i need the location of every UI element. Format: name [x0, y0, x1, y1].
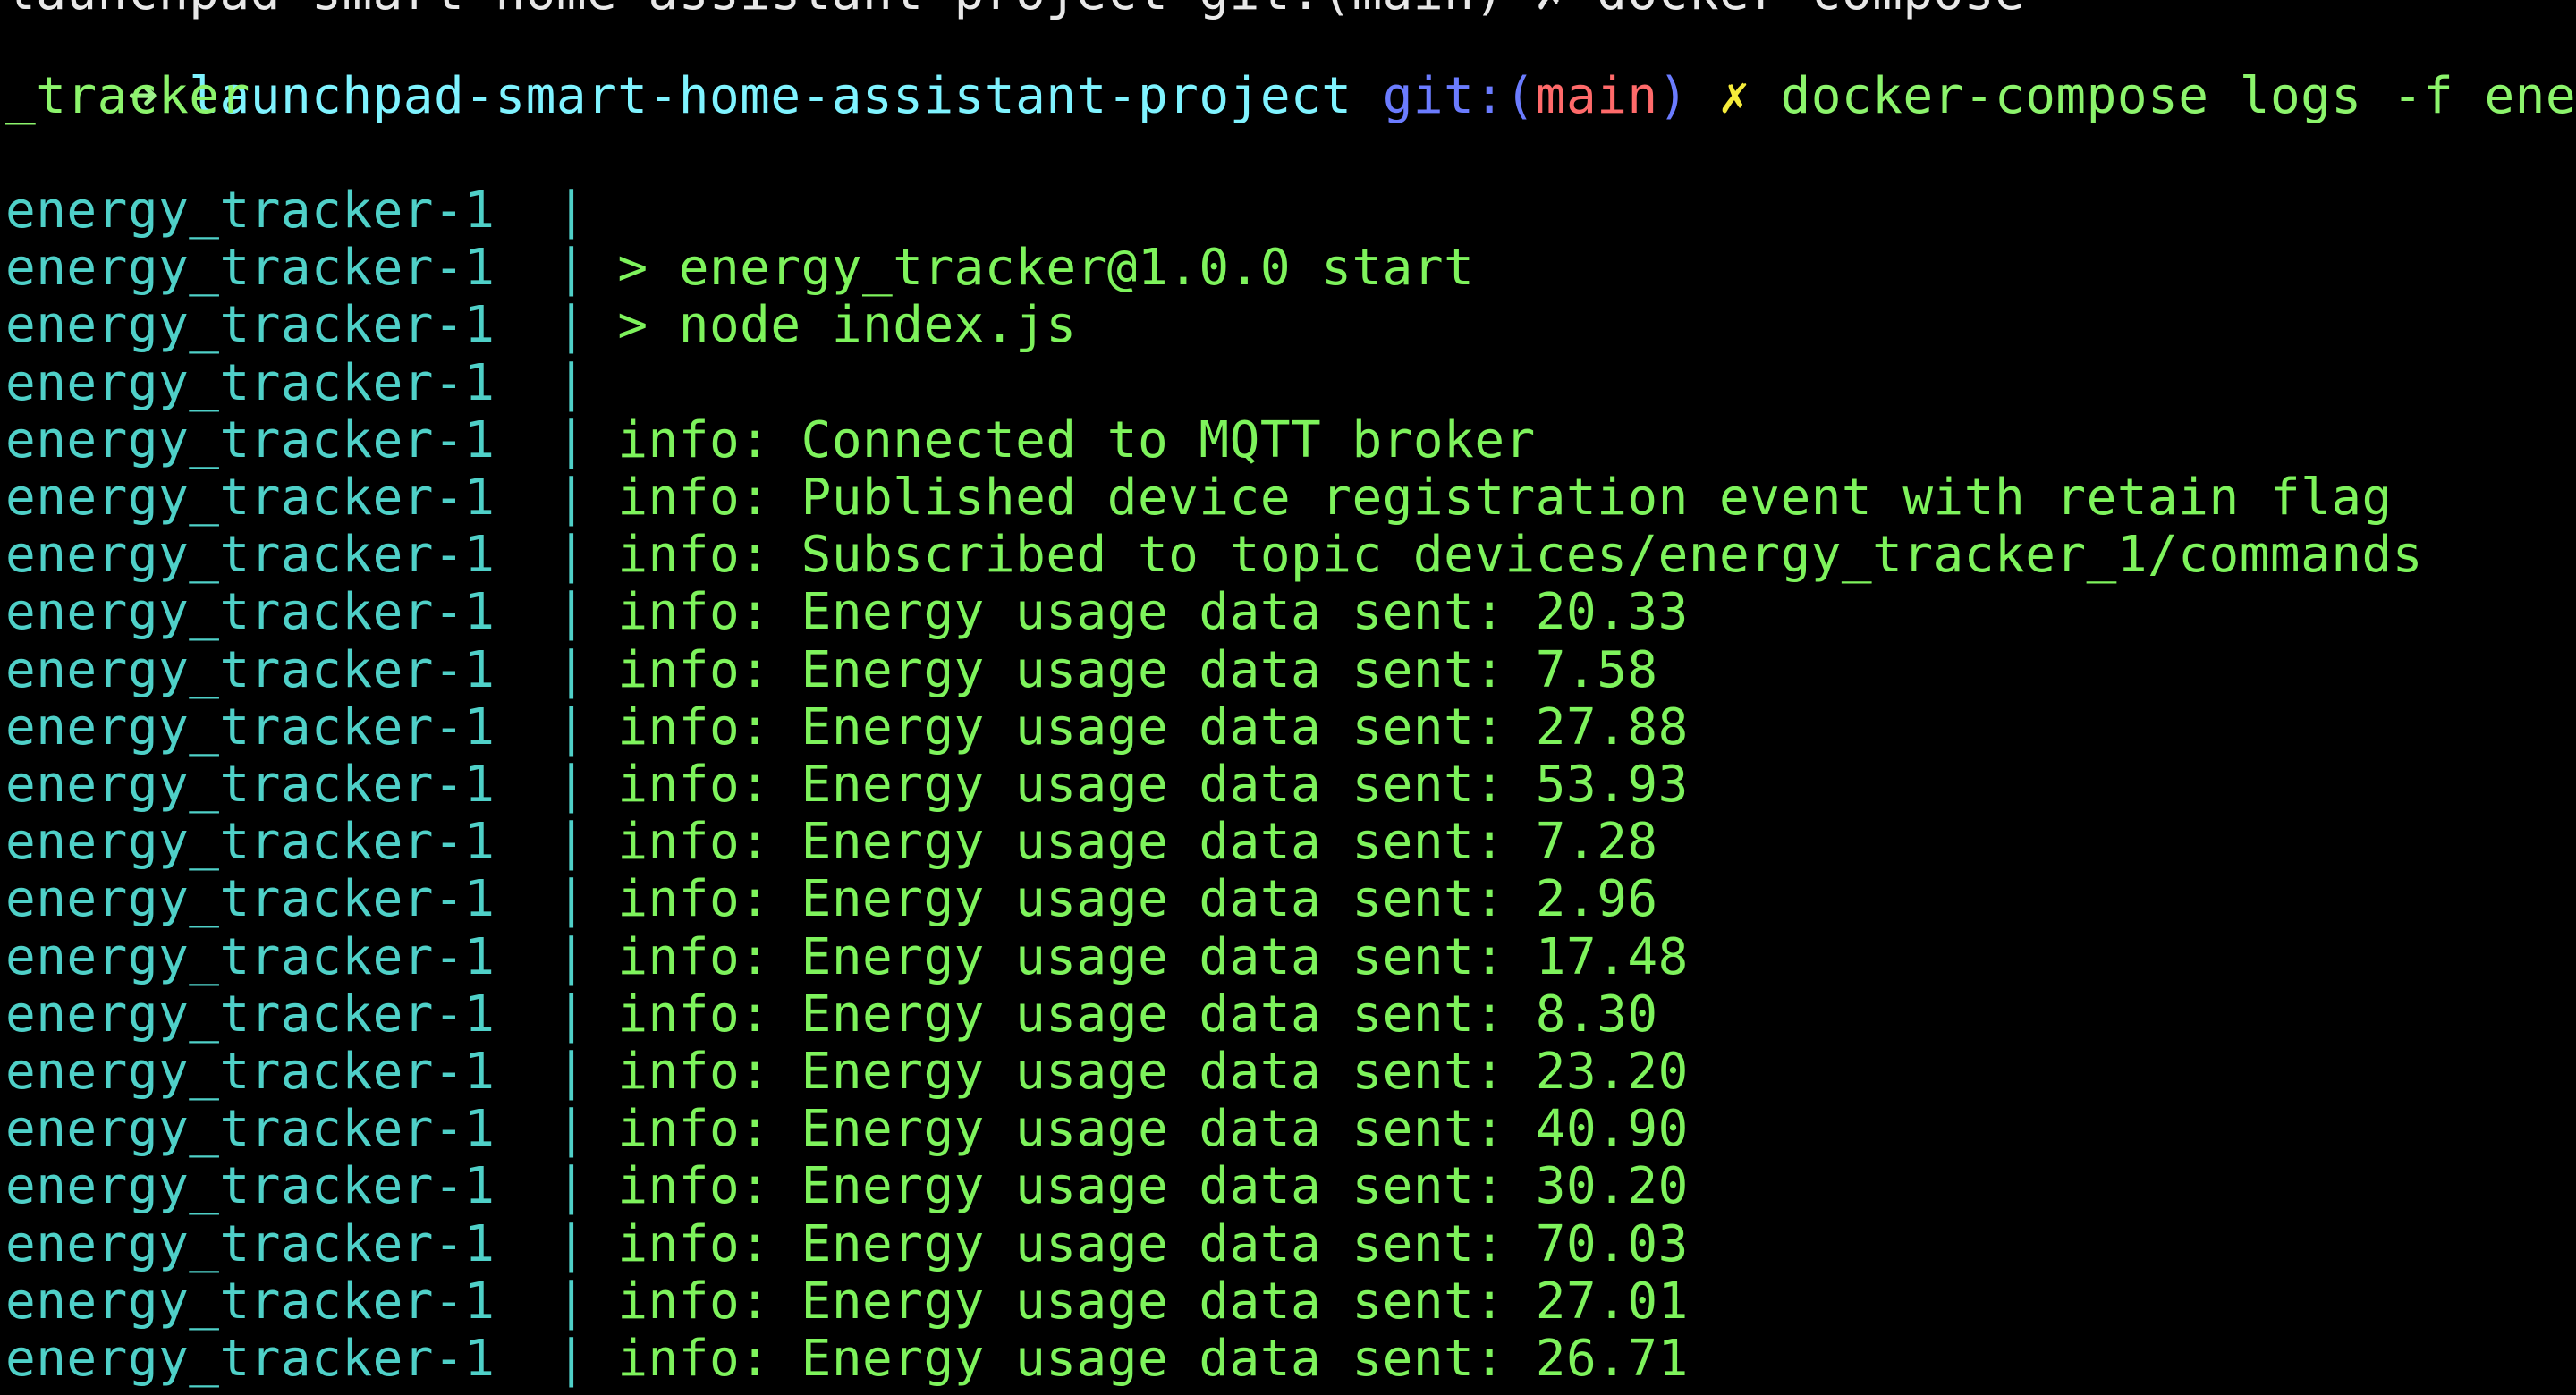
log-prefix: energy_tracker-1 | [5, 870, 588, 929]
log-line: energy_tracker-1 | info: Energy usage da… [5, 698, 1689, 757]
log-message: info: Energy usage data sent: 20.33 [617, 583, 1689, 642]
log-message: info: Energy usage data sent: 53.93 [617, 756, 1689, 814]
log-prefix: energy_tracker-1 | [5, 1043, 588, 1101]
log-message: > energy_tracker@1.0.0 start [617, 239, 1475, 298]
git-branch: main [1535, 67, 1658, 125]
log-prefix: energy_tracker-1 | [5, 927, 588, 986]
log-prefix: energy_tracker-1 | [5, 640, 588, 699]
log-prefix: energy_tracker-1 | [5, 353, 588, 412]
shell-command-wrap: _tracker [5, 67, 250, 125]
log-line: energy_tracker-1 | info: Energy usage da… [5, 757, 1689, 814]
git-label-close: ) [1657, 67, 1689, 125]
log-line: energy_tracker-1 | info: Energy usage da… [5, 927, 1689, 986]
log-line: energy_tracker-1 | > energy_tracker@1.0.… [5, 240, 1474, 297]
log-prefix: energy_tracker-1 | [5, 1214, 588, 1273]
log-prefix: energy_tracker-1 | [5, 410, 588, 469]
log-prefix: energy_tracker-1 | [5, 239, 588, 298]
log-line: energy_tracker-1 | [5, 182, 617, 240]
log-prefix: energy_tracker-1 | [5, 469, 588, 527]
log-line: energy_tracker-1 | info: Published devic… [5, 469, 2393, 527]
log-message: info: Energy usage data sent: 27.88 [617, 698, 1689, 757]
dirty-marker-icon: ✗ [1719, 67, 1750, 125]
log-message: info: Energy usage data sent: 27.01 [617, 1272, 1689, 1331]
log-message: info: Energy usage data sent: 17.48 [617, 927, 1689, 986]
git-label: git:( [1382, 67, 1536, 125]
log-line: energy_tracker-1 | > node index.js [5, 297, 1077, 354]
log-prefix: energy_tracker-1 | [5, 526, 588, 585]
log-line: energy_tracker-1 | info: Energy usage da… [5, 640, 1658, 699]
log-message: info: Energy usage data sent: 7.28 [617, 813, 1658, 872]
log-message: > node index.js [617, 296, 1077, 355]
terminal-window[interactable]: launchpad-smart-home-assistant-project g… [0, 0, 2576, 1395]
log-prefix: energy_tracker-1 | [5, 182, 588, 240]
log-message: info: Energy usage data sent: 30.20 [617, 1157, 1689, 1216]
log-prefix: energy_tracker-1 | [5, 1157, 588, 1216]
log-line: energy_tracker-1 | info: Energy usage da… [5, 1272, 1689, 1331]
log-prefix: energy_tracker-1 | [5, 698, 588, 757]
log-line: energy_tracker-1 | info: Connected to MQ… [5, 410, 1536, 469]
shell-command: docker-compose logs -f energy [1780, 67, 2576, 125]
log-line: energy_tracker-1 | info: Energy usage da… [5, 871, 1658, 928]
log-message: info: Subscribed to topic devices/energy… [617, 526, 2423, 585]
log-prefix: energy_tracker-1 | [5, 813, 588, 872]
log-message: info: Energy usage data sent: 23.20 [617, 1043, 1689, 1101]
log-prefix: energy_tracker-1 | [5, 1272, 588, 1331]
log-message: info: Published device registration even… [617, 469, 2393, 527]
shell-prompt-line: ➜ launchpad-smart-home-assistant-project… [5, 11, 2576, 125]
log-line: energy_tracker-1 | info: Energy usage da… [5, 584, 1689, 641]
log-message: info: Energy usage data sent: 8.30 [617, 985, 1658, 1044]
log-message: info: Connected to MQTT broker [617, 410, 1536, 469]
log-line: energy_tracker-1 | info: Energy usage da… [5, 1331, 1689, 1388]
log-prefix: energy_tracker-1 | [5, 296, 588, 355]
log-line: energy_tracker-1 | info: Energy usage da… [5, 814, 1658, 871]
current-directory: launchpad-smart-home-assistant-project [189, 67, 1352, 125]
log-line: energy_tracker-1 | info: Energy usage da… [5, 985, 1658, 1044]
log-message: info: Energy usage data sent: 2.96 [617, 870, 1658, 929]
log-message: info: Energy usage data sent: 7.58 [617, 640, 1658, 699]
log-prefix: energy_tracker-1 | [5, 985, 588, 1044]
log-line: energy_tracker-1 | info: Energy usage da… [5, 1101, 1689, 1158]
log-message: info: Energy usage data sent: 40.90 [617, 1100, 1689, 1159]
log-line: energy_tracker-1 | [5, 353, 617, 412]
log-prefix: energy_tracker-1 | [5, 1100, 588, 1159]
log-message: info: Energy usage data sent: 26.71 [617, 1330, 1689, 1388]
log-line: energy_tracker-1 | info: Energy usage da… [5, 1158, 1689, 1215]
log-line: energy_tracker-1 | info: Subscribed to t… [5, 527, 2423, 584]
log-prefix: energy_tracker-1 | [5, 756, 588, 814]
log-line: energy_tracker-1 | info: Energy usage da… [5, 1214, 1689, 1273]
log-prefix: energy_tracker-1 | [5, 583, 588, 642]
log-line: energy_tracker-1 | info: Energy usage da… [5, 1044, 1689, 1101]
log-message: info: Energy usage data sent: 70.03 [617, 1214, 1689, 1273]
log-prefix: energy_tracker-1 | [5, 1330, 588, 1388]
